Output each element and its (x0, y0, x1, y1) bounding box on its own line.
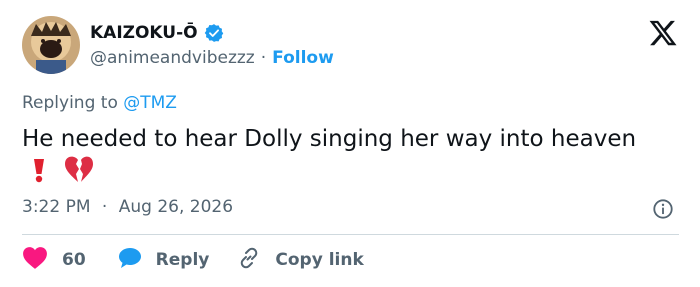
heart-icon (22, 246, 48, 275)
tweet-date: Aug 26, 2026 (118, 197, 234, 217)
tweet-text: He needed to hear Dolly singing her way … (22, 124, 662, 192)
tweet-time: 3:22 PM (22, 197, 91, 217)
link-icon (237, 246, 261, 275)
handle-row: @animeandvibezzz · Follow (90, 48, 334, 68)
author-handle[interactable]: @animeandvibezzz (90, 48, 255, 68)
author-name-row: KAIZOKU-Ō (90, 21, 224, 45)
reply-mention-link[interactable]: @TMZ (123, 93, 177, 113)
verified-badge-icon (204, 23, 224, 43)
x-logo-icon[interactable] (648, 18, 678, 48)
handle-separator: · (260, 48, 267, 68)
reply-context-prefix: Replying to (22, 93, 124, 113)
tweet-body: He needed to hear Dolly singing her way … (22, 126, 637, 152)
reply-button[interactable]: Reply (118, 247, 210, 274)
divider (22, 234, 679, 235)
exclamation-mark-emoji-icon (30, 157, 48, 192)
avatar-image (22, 16, 80, 74)
follow-button[interactable]: Follow (272, 48, 334, 68)
like-button[interactable]: 60 (22, 246, 86, 275)
copy-link-button[interactable]: Copy link (237, 246, 364, 275)
action-bar: 60 Reply Copy link (22, 245, 364, 275)
speech-bubble-icon (118, 247, 142, 274)
display-name[interactable]: KAIZOKU-Ō (90, 23, 198, 43)
avatar[interactable] (22, 16, 80, 74)
copy-link-label: Copy link (275, 250, 364, 270)
reply-label: Reply (155, 250, 210, 270)
meta-separator: · (101, 197, 108, 217)
like-count: 60 (62, 250, 86, 270)
info-icon[interactable] (652, 198, 674, 220)
broken-heart-emoji-icon (63, 155, 95, 192)
tweet-timestamp[interactable]: 3:22 PM · Aug 26, 2026 (22, 197, 233, 217)
reply-context: Replying to @TMZ (22, 93, 177, 113)
